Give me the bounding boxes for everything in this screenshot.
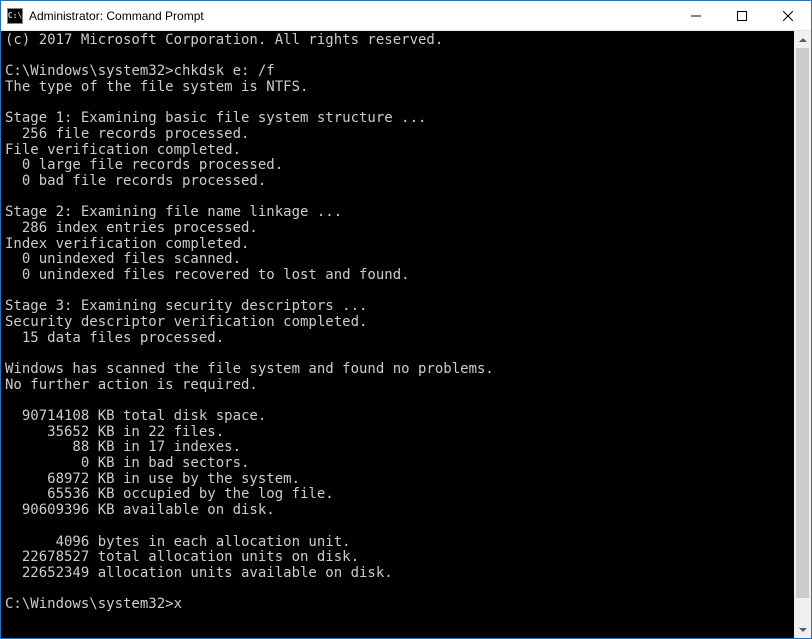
minimize-icon bbox=[691, 11, 701, 21]
chevron-up-icon bbox=[799, 38, 807, 42]
terminal-output[interactable]: (c) 2017 Microsoft Corporation. All righ… bbox=[1, 31, 794, 638]
minimize-button[interactable] bbox=[673, 1, 719, 30]
app-icon: C:\ bbox=[7, 8, 23, 24]
maximize-icon bbox=[737, 11, 747, 21]
terminal-area: (c) 2017 Microsoft Corporation. All righ… bbox=[1, 31, 811, 638]
scroll-thumb[interactable] bbox=[796, 48, 809, 598]
close-button[interactable] bbox=[765, 1, 811, 30]
close-icon bbox=[783, 11, 793, 21]
window-title: Administrator: Command Prompt bbox=[29, 9, 673, 23]
scroll-up-button[interactable] bbox=[794, 31, 811, 48]
maximize-button[interactable] bbox=[719, 1, 765, 30]
vertical-scrollbar[interactable] bbox=[794, 31, 811, 638]
title-bar: C:\ Administrator: Command Prompt bbox=[1, 1, 811, 31]
scroll-down-button[interactable] bbox=[794, 621, 811, 638]
window-controls bbox=[673, 1, 811, 30]
scroll-track[interactable] bbox=[794, 48, 811, 621]
chevron-down-icon bbox=[799, 628, 807, 632]
